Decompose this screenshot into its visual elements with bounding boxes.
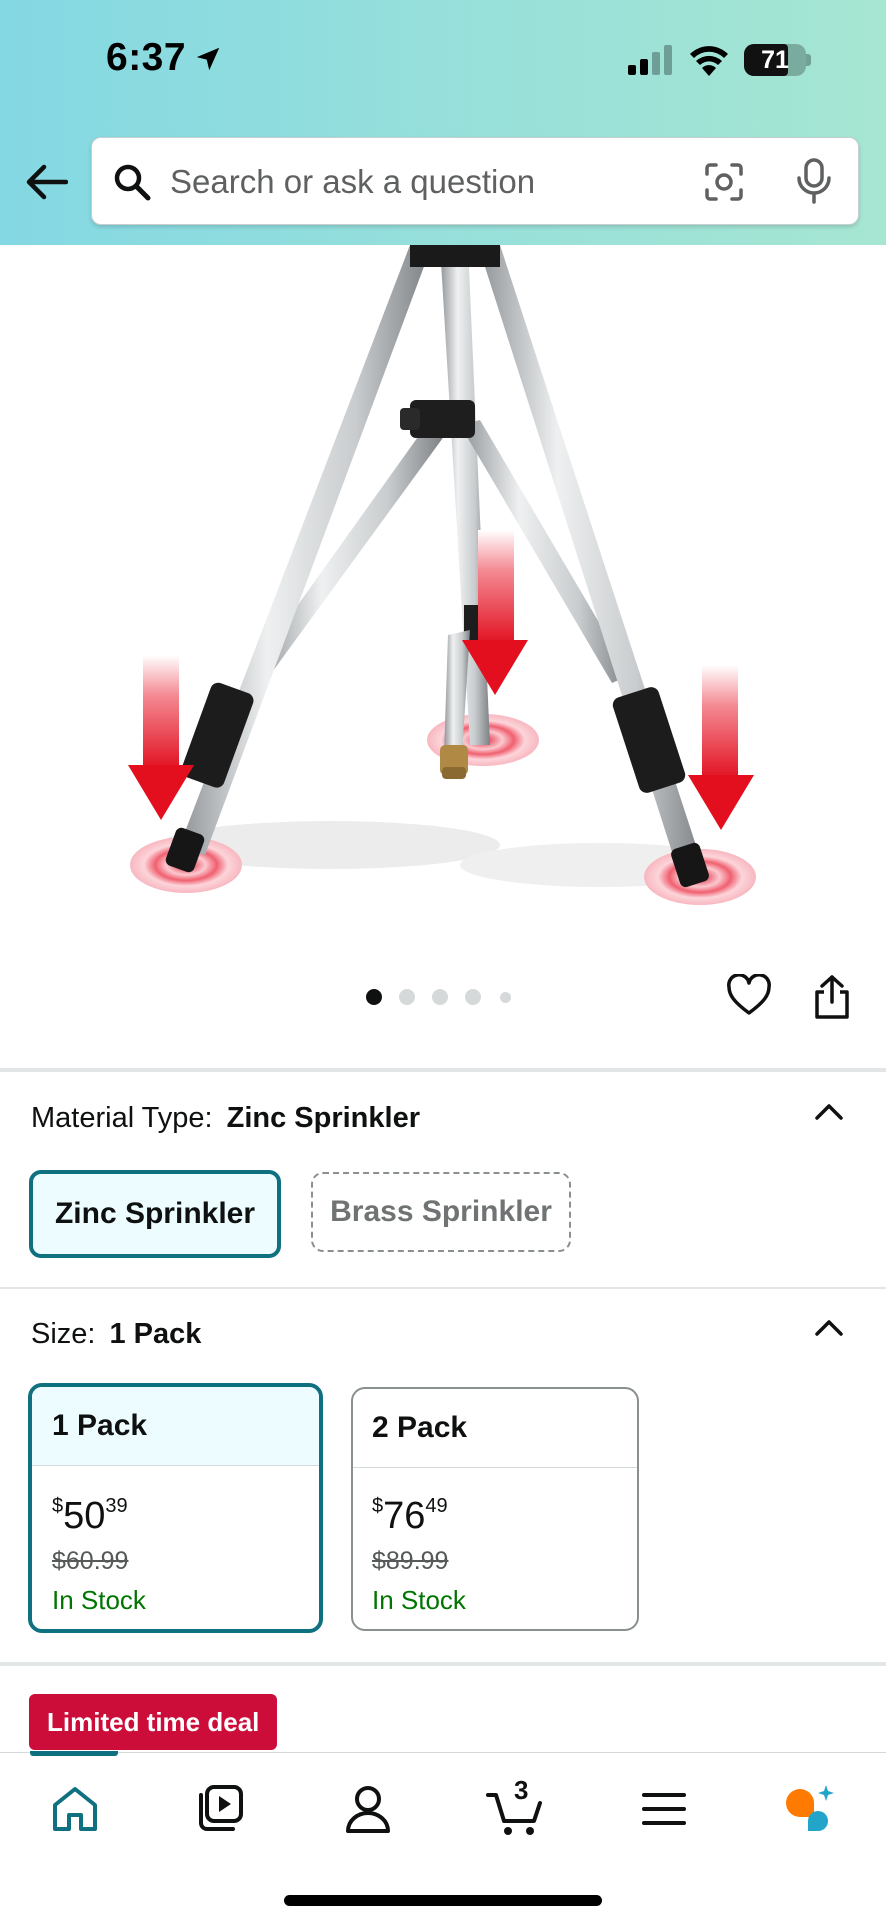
cellular-signal-icon [628, 45, 672, 75]
availability: In Stock [372, 1585, 466, 1615]
list-price: $60.99 [52, 1547, 129, 1575]
search-bar[interactable] [91, 137, 859, 225]
battery-indicator: 71 [744, 44, 806, 76]
share-icon[interactable] [812, 974, 852, 1020]
search-icon [114, 164, 151, 201]
camera-search-icon[interactable] [704, 162, 744, 202]
limited-time-deal-badge: Limited time deal [29, 1694, 278, 1750]
red-arrow [128, 655, 194, 820]
size-key: Size: [31, 1318, 96, 1350]
status-time: 6:37 [106, 36, 187, 79]
rufus-assistant-icon[interactable] [780, 1781, 840, 1837]
microphone-icon[interactable] [796, 158, 832, 204]
price-currency: $ [372, 1495, 384, 1517]
top-bar: 6:37 71 [0, 0, 886, 245]
active-tab-indicator [30, 1751, 118, 1756]
pagination-dot-active[interactable] [366, 989, 382, 1005]
size-option-title: 1 Pack [32, 1387, 319, 1466]
size-value: 1 Pack [109, 1318, 202, 1350]
product-image[interactable] [0, 245, 886, 945]
menu-icon[interactable] [634, 1781, 694, 1837]
pagination-dot[interactable] [399, 989, 415, 1005]
price-whole: 76 [383, 1495, 426, 1537]
pagination-dot[interactable] [500, 992, 511, 1003]
list-price: $89.99 [372, 1547, 449, 1575]
search-input[interactable] [168, 152, 652, 212]
size-option-title: 2 Pack [353, 1389, 637, 1468]
material-type-key: Material Type: [31, 1102, 213, 1134]
material-option-zinc[interactable]: Zinc Sprinkler [29, 1170, 281, 1258]
home-icon[interactable] [45, 1781, 105, 1837]
pagination-dot[interactable] [465, 989, 481, 1005]
material-option-brass[interactable]: Brass Sprinkler [311, 1172, 571, 1252]
chevron-up-icon[interactable] [814, 1102, 844, 1120]
wifi-icon [690, 46, 728, 76]
battery-level: 71 [761, 46, 789, 74]
section-divider [0, 1068, 886, 1072]
size-option-2-pack[interactable]: 2 Pack $7649 $89.99 In Stock [351, 1387, 639, 1631]
battery-cap [806, 54, 811, 66]
price-whole: 50 [63, 1495, 106, 1537]
wishlist-heart-icon[interactable] [726, 974, 772, 1016]
price-cents: 39 [105, 1495, 128, 1517]
size-option-price: $5039 [52, 1495, 128, 1538]
cart-count-badge: 3 [514, 1775, 529, 1805]
material-type-value: Zinc Sprinkler [226, 1102, 420, 1134]
pagination-dot[interactable] [432, 989, 448, 1005]
price-currency: $ [52, 1495, 64, 1517]
material-type-label: Material Type: Zinc Sprinkler [31, 1102, 420, 1135]
availability: In Stock [52, 1585, 146, 1615]
account-icon[interactable] [338, 1781, 398, 1837]
red-arrow [688, 665, 754, 830]
video-icon[interactable] [191, 1781, 251, 1837]
home-indicator [284, 1895, 602, 1906]
bottom-navigation: 3 [0, 1751, 886, 1920]
price-cents: 49 [425, 1495, 448, 1517]
size-option-1-pack[interactable]: 1 Pack $5039 $60.99 In Stock [28, 1383, 323, 1633]
size-label: Size: 1 Pack [31, 1318, 201, 1351]
back-arrow-icon[interactable] [24, 162, 68, 202]
chevron-up-icon[interactable] [814, 1318, 844, 1336]
section-divider [0, 1662, 886, 1666]
size-option-price: $7649 [372, 1495, 448, 1538]
location-arrow-icon [196, 47, 220, 71]
section-divider [0, 1287, 886, 1289]
